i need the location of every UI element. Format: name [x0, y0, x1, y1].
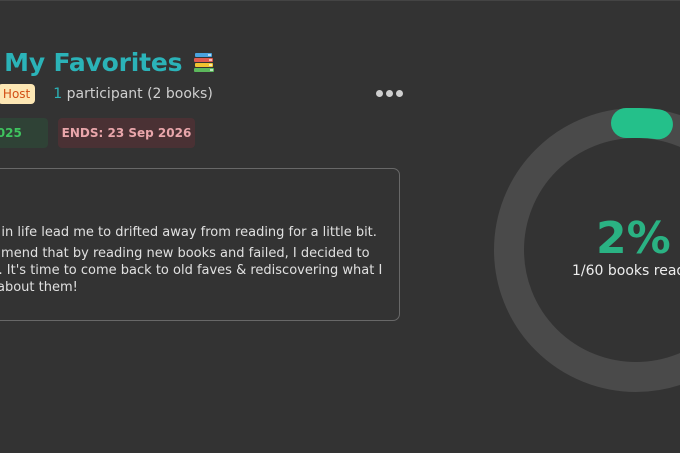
challenge-page: ing My Favorites enture Host 1 participa…	[0, 0, 680, 453]
progress-percent: 2%	[596, 213, 671, 264]
books-read-count: 1/60 books read	[572, 263, 680, 279]
progress-ring-fill	[611, 107, 673, 140]
progress-ring	[494, 107, 680, 392]
